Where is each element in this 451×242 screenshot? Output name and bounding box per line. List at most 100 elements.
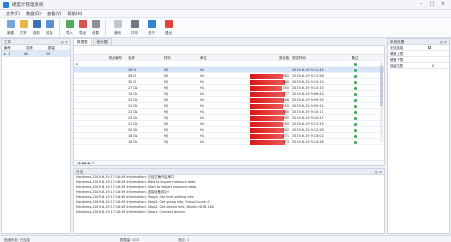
menu-view[interactable]: 查看(V)	[47, 10, 62, 17]
minimize-button[interactable]: –	[417, 1, 425, 8]
menu-help[interactable]: 帮助(H)	[67, 10, 82, 17]
toolbar-label: 关于	[148, 31, 155, 35]
pin-icon[interactable]: ᚗ ×	[61, 40, 68, 44]
scrollbar-thumb[interactable]	[380, 66, 383, 106]
exit-button[interactable]: 退出	[160, 19, 177, 37]
status-dot-icon	[353, 92, 357, 96]
value-bar	[250, 85, 283, 91]
value-bar	[250, 121, 284, 127]
menu-bar: 文件(F) 数据(D) 查看(V) 帮助(H)	[0, 10, 451, 18]
settings-row: 保留位数 0	[388, 63, 449, 69]
settings-list: 无线连接 硬度上限 硬度下限 保留位数 0	[388, 45, 449, 69]
settings-checkbox[interactable]	[428, 46, 431, 49]
value-number: 350	[282, 86, 289, 90]
exit-icon	[164, 20, 173, 28]
info-icon	[147, 20, 156, 28]
status-dot-icon	[353, 116, 357, 120]
tab-statistics-chart[interactable]: 统计图	[92, 38, 112, 45]
window-controls: – □ ×	[417, 1, 447, 8]
cell-unit: HL	[200, 140, 205, 144]
settings-button[interactable]: 设置	[89, 19, 102, 37]
value-bar	[250, 97, 285, 103]
cell-material: MJ	[164, 140, 168, 144]
toolbar: 新建 打开 保存 另存 导入 导出 设置 通讯 打印 关于 退出	[0, 18, 451, 38]
open-folder-icon	[19, 20, 28, 28]
status-dot-icon	[353, 74, 357, 78]
column-header-name[interactable]: 名称	[24, 45, 46, 50]
settings-pin-icon[interactable]: ᚗ ×	[440, 40, 447, 44]
menu-file[interactable]: 文件(F)	[6, 10, 20, 17]
menu-data[interactable]: 数据(D)	[26, 10, 41, 17]
save-as-button[interactable]: 另存	[43, 19, 56, 37]
log-pin-icon[interactable]: ᚗ ×	[375, 170, 382, 174]
save-button[interactable]: 保存	[30, 19, 43, 37]
value-number: 365	[282, 116, 289, 120]
value-bar	[250, 127, 284, 133]
log-body: Hardness,2019-6-19 17:16:49 Information:…	[74, 175, 384, 215]
print-icon	[130, 20, 139, 28]
tab-data-table[interactable]: 数据表	[73, 38, 92, 45]
toolbar-label: 导入	[66, 31, 73, 35]
grid-body: 28 D MJ HL 2019-6-19 9:11:44 26 D MJ HL 360 2019…	[74, 67, 384, 145]
settings-icon	[91, 20, 100, 28]
status-dot-icon	[353, 68, 357, 72]
value-bar	[250, 103, 283, 109]
info-button[interactable]: 关于	[143, 19, 160, 37]
grid-group-area	[74, 46, 384, 55]
status-bar: 就绪状态: 已连接 数据量: 433 测点: 1	[0, 235, 451, 242]
grid-vertical-scrollbar[interactable]	[380, 62, 383, 142]
connect-button[interactable]: 通讯	[109, 19, 126, 37]
column-header-id[interactable]: 编号	[2, 45, 24, 50]
close-button[interactable]: ×	[439, 1, 447, 8]
settings-value[interactable]: 0	[432, 63, 434, 69]
status-dot-icon	[353, 62, 357, 66]
table-row[interactable]: 16 DL MJ HL 374 2019-6-19 9:14:38	[74, 139, 384, 145]
import-icon	[65, 20, 74, 28]
value-number: 362	[282, 128, 289, 132]
workpiece-row[interactable]: ▸ 1 All 20	[2, 51, 70, 57]
cell-remark	[340, 139, 370, 145]
save-as-icon	[45, 20, 54, 28]
status-dot-icon	[353, 86, 357, 90]
print-button[interactable]: 打印	[126, 19, 143, 37]
toolbar-label: 新建	[7, 31, 14, 35]
toolbar-separator	[105, 20, 106, 36]
status-dot-icon	[353, 98, 357, 102]
value-bar	[250, 133, 285, 139]
toolbar-label: 退出	[165, 31, 172, 35]
toolbar-label: 另存	[46, 31, 53, 35]
value-number: 360	[282, 74, 289, 78]
value-number: 355	[282, 104, 289, 108]
maximize-button[interactable]: □	[428, 1, 436, 8]
value-bar	[250, 79, 286, 85]
value-bar	[250, 73, 284, 79]
toolbar-label: 保存	[33, 31, 40, 35]
toolbar-label: 打开	[20, 31, 27, 35]
connect-icon	[113, 20, 122, 28]
import-button[interactable]: 导入	[63, 19, 76, 37]
value-number: 368	[282, 98, 289, 102]
save-icon	[32, 20, 41, 28]
cell-time: 2019-6-19 9:14:38	[292, 140, 324, 144]
cell-name: 16 DL	[128, 140, 138, 144]
toolbar-label: 设置	[92, 31, 99, 35]
toolbar-label: 通讯	[114, 31, 121, 35]
workpiece-name: All	[24, 52, 29, 56]
status-dot-icon	[353, 122, 357, 126]
new-file-button[interactable]: 新建	[4, 19, 17, 37]
open-folder-button[interactable]: 打开	[17, 19, 30, 37]
log-panel: 日志 ᚗ × Hardness,2019-6-19 17:16:49 Infor…	[73, 168, 385, 234]
value-bar	[250, 115, 284, 121]
point-count: 测点: 1	[178, 238, 190, 242]
grid-navigator[interactable]: |◀ ◀ ▶ ▶| ✎	[74, 160, 384, 165]
export-button[interactable]: 导出	[76, 19, 89, 37]
status-dot-icon	[353, 80, 357, 84]
toolbar-label: 打印	[131, 31, 138, 35]
column-header-count[interactable]: 数量	[46, 45, 70, 50]
row-indicator	[74, 139, 80, 145]
settings-key: 保留位数	[390, 64, 404, 68]
workpiece-panel: 工件 ᚗ × 编号 名称 数量 ▸ 1 All 20	[1, 38, 71, 234]
status-dot-icon	[353, 110, 357, 114]
workpiece-panel-title: 工件	[4, 39, 12, 44]
value-number: 371	[282, 134, 289, 138]
